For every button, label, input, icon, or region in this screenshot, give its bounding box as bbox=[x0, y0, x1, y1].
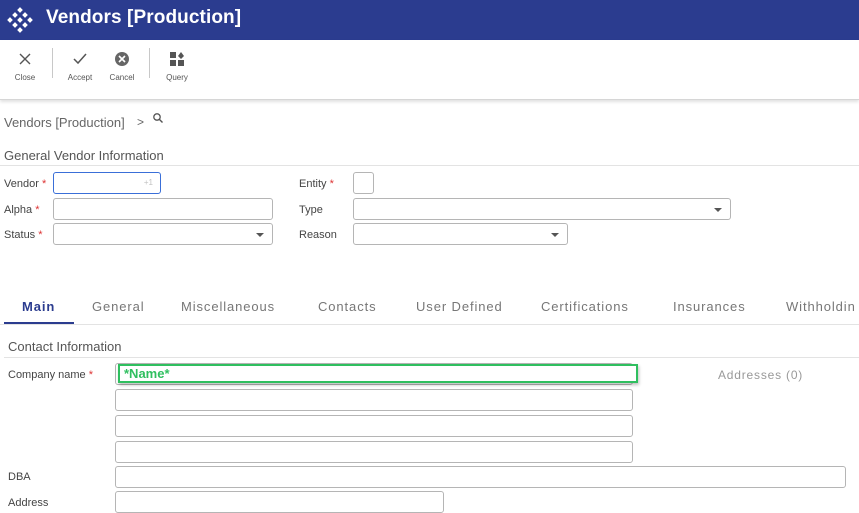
addresses-link[interactable]: Addresses (0) bbox=[718, 368, 803, 382]
tab-user-defined[interactable]: User Defined bbox=[416, 299, 503, 314]
dba-field[interactable] bbox=[115, 466, 846, 488]
alpha-label: Alpha * bbox=[4, 204, 40, 216]
chevron-down-icon bbox=[256, 233, 264, 237]
title-bar: Vendors [Production] bbox=[0, 0, 859, 40]
close-label: Close bbox=[14, 73, 36, 82]
accept-label: Accept bbox=[67, 73, 93, 82]
entity-field[interactable] bbox=[353, 172, 374, 194]
cancel-circle-icon bbox=[102, 48, 142, 70]
reason-select[interactable] bbox=[353, 223, 568, 245]
section-title-contact: Contact Information bbox=[8, 339, 122, 354]
toolbar-divider bbox=[149, 48, 150, 78]
company-name-line-2[interactable] bbox=[115, 389, 633, 411]
type-select[interactable] bbox=[353, 198, 731, 220]
query-label: Query bbox=[166, 73, 188, 82]
cancel-button[interactable]: Cancel bbox=[102, 48, 142, 82]
tab-insurances[interactable]: Insurances bbox=[673, 299, 746, 314]
alpha-field[interactable] bbox=[53, 198, 273, 220]
company-name-line-3[interactable] bbox=[115, 415, 633, 437]
tab-miscellaneous[interactable]: Miscellaneous bbox=[181, 299, 275, 314]
app-logo-icon bbox=[7, 7, 33, 33]
toolbar-divider bbox=[52, 48, 53, 78]
close-button[interactable]: Close bbox=[5, 48, 45, 82]
company-name-label: Company name * bbox=[8, 369, 93, 381]
section-title-general: General Vendor Information bbox=[4, 148, 164, 163]
dba-label: DBA bbox=[8, 471, 31, 483]
accept-button[interactable]: Accept bbox=[60, 48, 100, 82]
tab-certifications[interactable]: Certifications bbox=[541, 299, 629, 314]
section-divider bbox=[0, 165, 859, 166]
type-label: Type bbox=[299, 204, 323, 216]
search-icon[interactable] bbox=[152, 112, 164, 124]
breadcrumb-separator: > bbox=[137, 115, 145, 129]
vendor-hint: +1 bbox=[143, 178, 153, 187]
window-title: Vendors [Production] bbox=[46, 7, 242, 28]
breadcrumb[interactable]: Vendors [Production] bbox=[4, 115, 125, 130]
chevron-down-icon bbox=[714, 208, 722, 212]
vendor-field[interactable]: +1 bbox=[53, 172, 161, 194]
status-select[interactable] bbox=[53, 223, 273, 245]
reason-label: Reason bbox=[299, 229, 337, 241]
cancel-label: Cancel bbox=[109, 73, 135, 82]
check-icon bbox=[60, 48, 100, 70]
tab-withholding[interactable]: Withholdin bbox=[786, 299, 856, 314]
active-tab-indicator bbox=[4, 322, 74, 324]
chevron-down-icon bbox=[551, 233, 559, 237]
close-icon bbox=[5, 48, 45, 70]
tab-contacts[interactable]: Contacts bbox=[318, 299, 377, 314]
tab-main[interactable]: Main bbox=[22, 299, 55, 314]
tab-general[interactable]: General bbox=[92, 299, 145, 314]
query-button[interactable]: Query bbox=[157, 48, 197, 82]
query-grid-icon bbox=[157, 48, 197, 70]
entity-label: Entity * bbox=[299, 178, 334, 190]
toolbar: Close Accept Cancel Query bbox=[0, 40, 859, 100]
vendor-label: Vendor * bbox=[4, 178, 47, 190]
tab-divider bbox=[0, 324, 859, 325]
section-divider bbox=[4, 357, 859, 358]
company-name-line-4[interactable] bbox=[115, 441, 633, 463]
status-label: Status * bbox=[4, 229, 43, 241]
company-name-highlight[interactable]: *Name* bbox=[118, 364, 638, 383]
address-label: Address bbox=[8, 497, 49, 509]
company-name-value: *Name* bbox=[124, 366, 170, 381]
